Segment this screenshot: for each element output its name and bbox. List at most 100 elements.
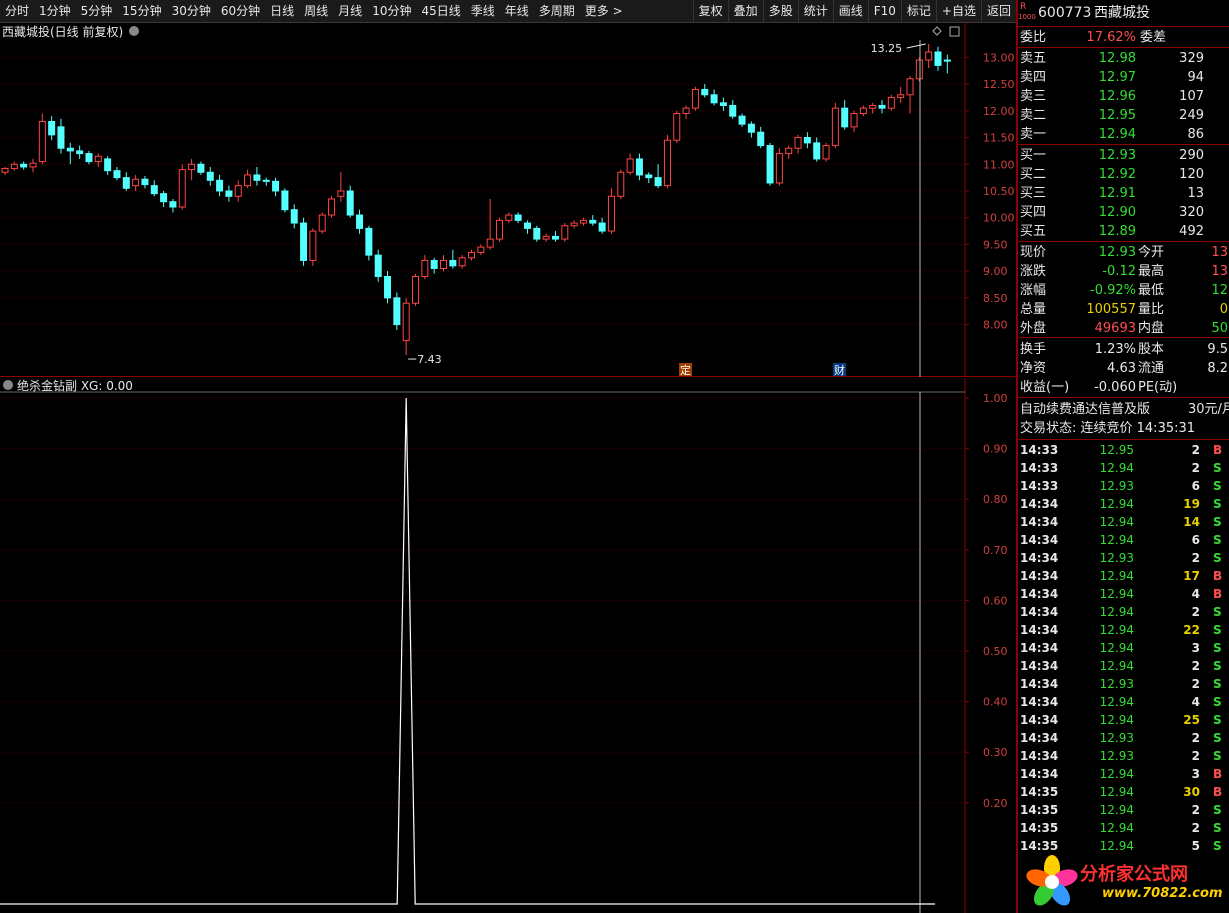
candlestick-chart[interactable]: 13.00 12.50 12.00 11.50 11.00 10.50 10.00 9.50 9…: [0, 22, 1016, 377]
order-book-row[interactable]: 买五 12.89 492: [1018, 222, 1229, 241]
quote-value: 12.93: [1098, 245, 1136, 260]
order-book-row[interactable]: 卖三 12.96 107: [1018, 87, 1229, 106]
candle-body: [337, 190, 345, 197]
period-tab[interactable]: 更多 >: [580, 0, 628, 22]
candle: [766, 142, 774, 186]
candle-body: [859, 107, 867, 114]
tick-time: 14:34: [1020, 713, 1059, 727]
toolbar-action-button[interactable]: 复权: [692, 0, 728, 22]
tick-volume: 2: [1191, 605, 1200, 619]
y-tick-label: 10.00: [983, 212, 1015, 225]
order-book-row[interactable]: 买三 12.91 13: [1018, 184, 1229, 203]
level-price: 12.94: [1098, 127, 1136, 142]
candle-body: [766, 145, 774, 184]
candle: [10, 161, 18, 171]
tick-side: S: [1213, 551, 1222, 565]
promo-text[interactable]: 自动续费通达信普及版: [1020, 400, 1150, 419]
candle-body: [122, 177, 130, 189]
period-tab[interactable]: 多周期: [534, 0, 580, 22]
quote-label: 涨跌: [1020, 264, 1047, 279]
order-book-row[interactable]: 买四 12.90 320: [1018, 203, 1229, 222]
candle-body: [20, 163, 28, 168]
period-tab[interactable]: 季线: [466, 0, 500, 22]
period-tab[interactable]: 周线: [299, 0, 333, 22]
level-volume: 86: [1187, 127, 1204, 142]
period-tab[interactable]: 10分钟: [367, 0, 416, 22]
toolbar-action-button[interactable]: +自选: [935, 0, 981, 22]
tick-price: 12.94: [1099, 497, 1134, 511]
candle-body: [412, 275, 420, 304]
level-volume: 107: [1179, 89, 1204, 104]
candle: [458, 255, 466, 269]
candle-body: [673, 112, 681, 141]
candle-body: [188, 163, 196, 171]
quote-label-2: 最低: [1138, 283, 1165, 298]
quote-value-2: 12: [1211, 283, 1228, 298]
y-tick-label: 0.90: [983, 443, 1008, 456]
tick-side: S: [1213, 623, 1222, 637]
tick-volume: 6: [1191, 479, 1200, 493]
chevron-down-icon[interactable]: [3, 380, 13, 390]
candle-body: [561, 225, 569, 240]
tick-row: 14:34 12.94 17 B: [1018, 567, 1229, 585]
candle-body: [813, 142, 821, 160]
tick-side: S: [1213, 515, 1222, 529]
period-tab[interactable]: 月线: [333, 0, 367, 22]
stat-label: 换手: [1020, 342, 1047, 357]
candle: [729, 100, 737, 119]
candle: [831, 102, 839, 149]
tick-volume: 25: [1183, 713, 1200, 727]
candle: [486, 199, 494, 250]
toolbar-action-button[interactable]: 多股: [762, 0, 798, 22]
weibi-row: 委比 17.62% 委差: [1018, 28, 1229, 47]
candle: [38, 113, 46, 165]
period-tab[interactable]: 1分钟: [34, 0, 76, 22]
tick-volume: 4: [1191, 695, 1200, 709]
tick-price: 12.94: [1099, 821, 1134, 835]
candle-body: [29, 162, 37, 168]
toolbar-action-button[interactable]: 叠加: [727, 0, 763, 22]
y-tick-label: 13.00: [983, 51, 1015, 64]
chevron-down-icon[interactable]: [129, 26, 139, 36]
period-tab[interactable]: 60分钟: [216, 0, 265, 22]
period-tab[interactable]: 30分钟: [167, 0, 216, 22]
tick-volume: 2: [1191, 443, 1200, 457]
candle: [160, 190, 168, 208]
candle: [775, 148, 783, 186]
tick-side: S: [1213, 533, 1222, 547]
period-tab[interactable]: 5分钟: [76, 0, 118, 22]
order-book-row[interactable]: 卖五 12.98 329: [1018, 49, 1229, 68]
candle-body: [402, 302, 410, 342]
candle: [300, 217, 308, 266]
candle: [262, 177, 270, 186]
candle: [132, 174, 140, 191]
period-tab[interactable]: 45日线: [416, 0, 465, 22]
window-toggle-icon[interactable]: [949, 26, 960, 37]
toolbar-action-button[interactable]: 统计: [797, 0, 833, 22]
order-book-row[interactable]: 买一 12.93 290: [1018, 146, 1229, 165]
order-book-row[interactable]: 卖四 12.97 94: [1018, 68, 1229, 87]
event-badge-cai[interactable]: 财: [833, 363, 846, 377]
toolbar-action-button[interactable]: 返回: [980, 0, 1016, 22]
level-label: 卖五: [1020, 51, 1047, 66]
toolbar-action-button[interactable]: F10: [867, 0, 901, 22]
tick-time: 14:33: [1020, 461, 1059, 475]
promo-row[interactable]: 自动续费通达信普及版 30元/月: [1018, 400, 1229, 419]
toolbar-action-button[interactable]: 标记: [900, 0, 936, 22]
order-book-row[interactable]: 卖一 12.94 86: [1018, 125, 1229, 144]
event-badge-ding[interactable]: 定: [679, 363, 692, 377]
tick-row: 14:33 12.93 6 S: [1018, 477, 1229, 495]
order-book-row[interactable]: 买二 12.92 120: [1018, 165, 1229, 184]
indicator-chart[interactable]: 绝杀金钻副 XG: 0.00 1.00 0.90 0.80 0.70 0.60 0.50 0.…: [0, 378, 1016, 913]
stat-value-2: 9.5: [1207, 342, 1228, 357]
tick-time: 14:34: [1020, 551, 1059, 565]
period-tab[interactable]: 15分钟: [117, 0, 166, 22]
order-book-row[interactable]: 卖二 12.95 249: [1018, 106, 1229, 125]
diamond-icon[interactable]: [932, 26, 942, 36]
toolbar-action-button[interactable]: 画线: [832, 0, 868, 22]
period-tab[interactable]: 年线: [500, 0, 534, 22]
period-tab[interactable]: 日线: [265, 0, 299, 22]
level-price: 12.90: [1098, 205, 1136, 220]
period-tab[interactable]: 分时: [0, 0, 34, 22]
badge-text: 定: [680, 363, 691, 377]
